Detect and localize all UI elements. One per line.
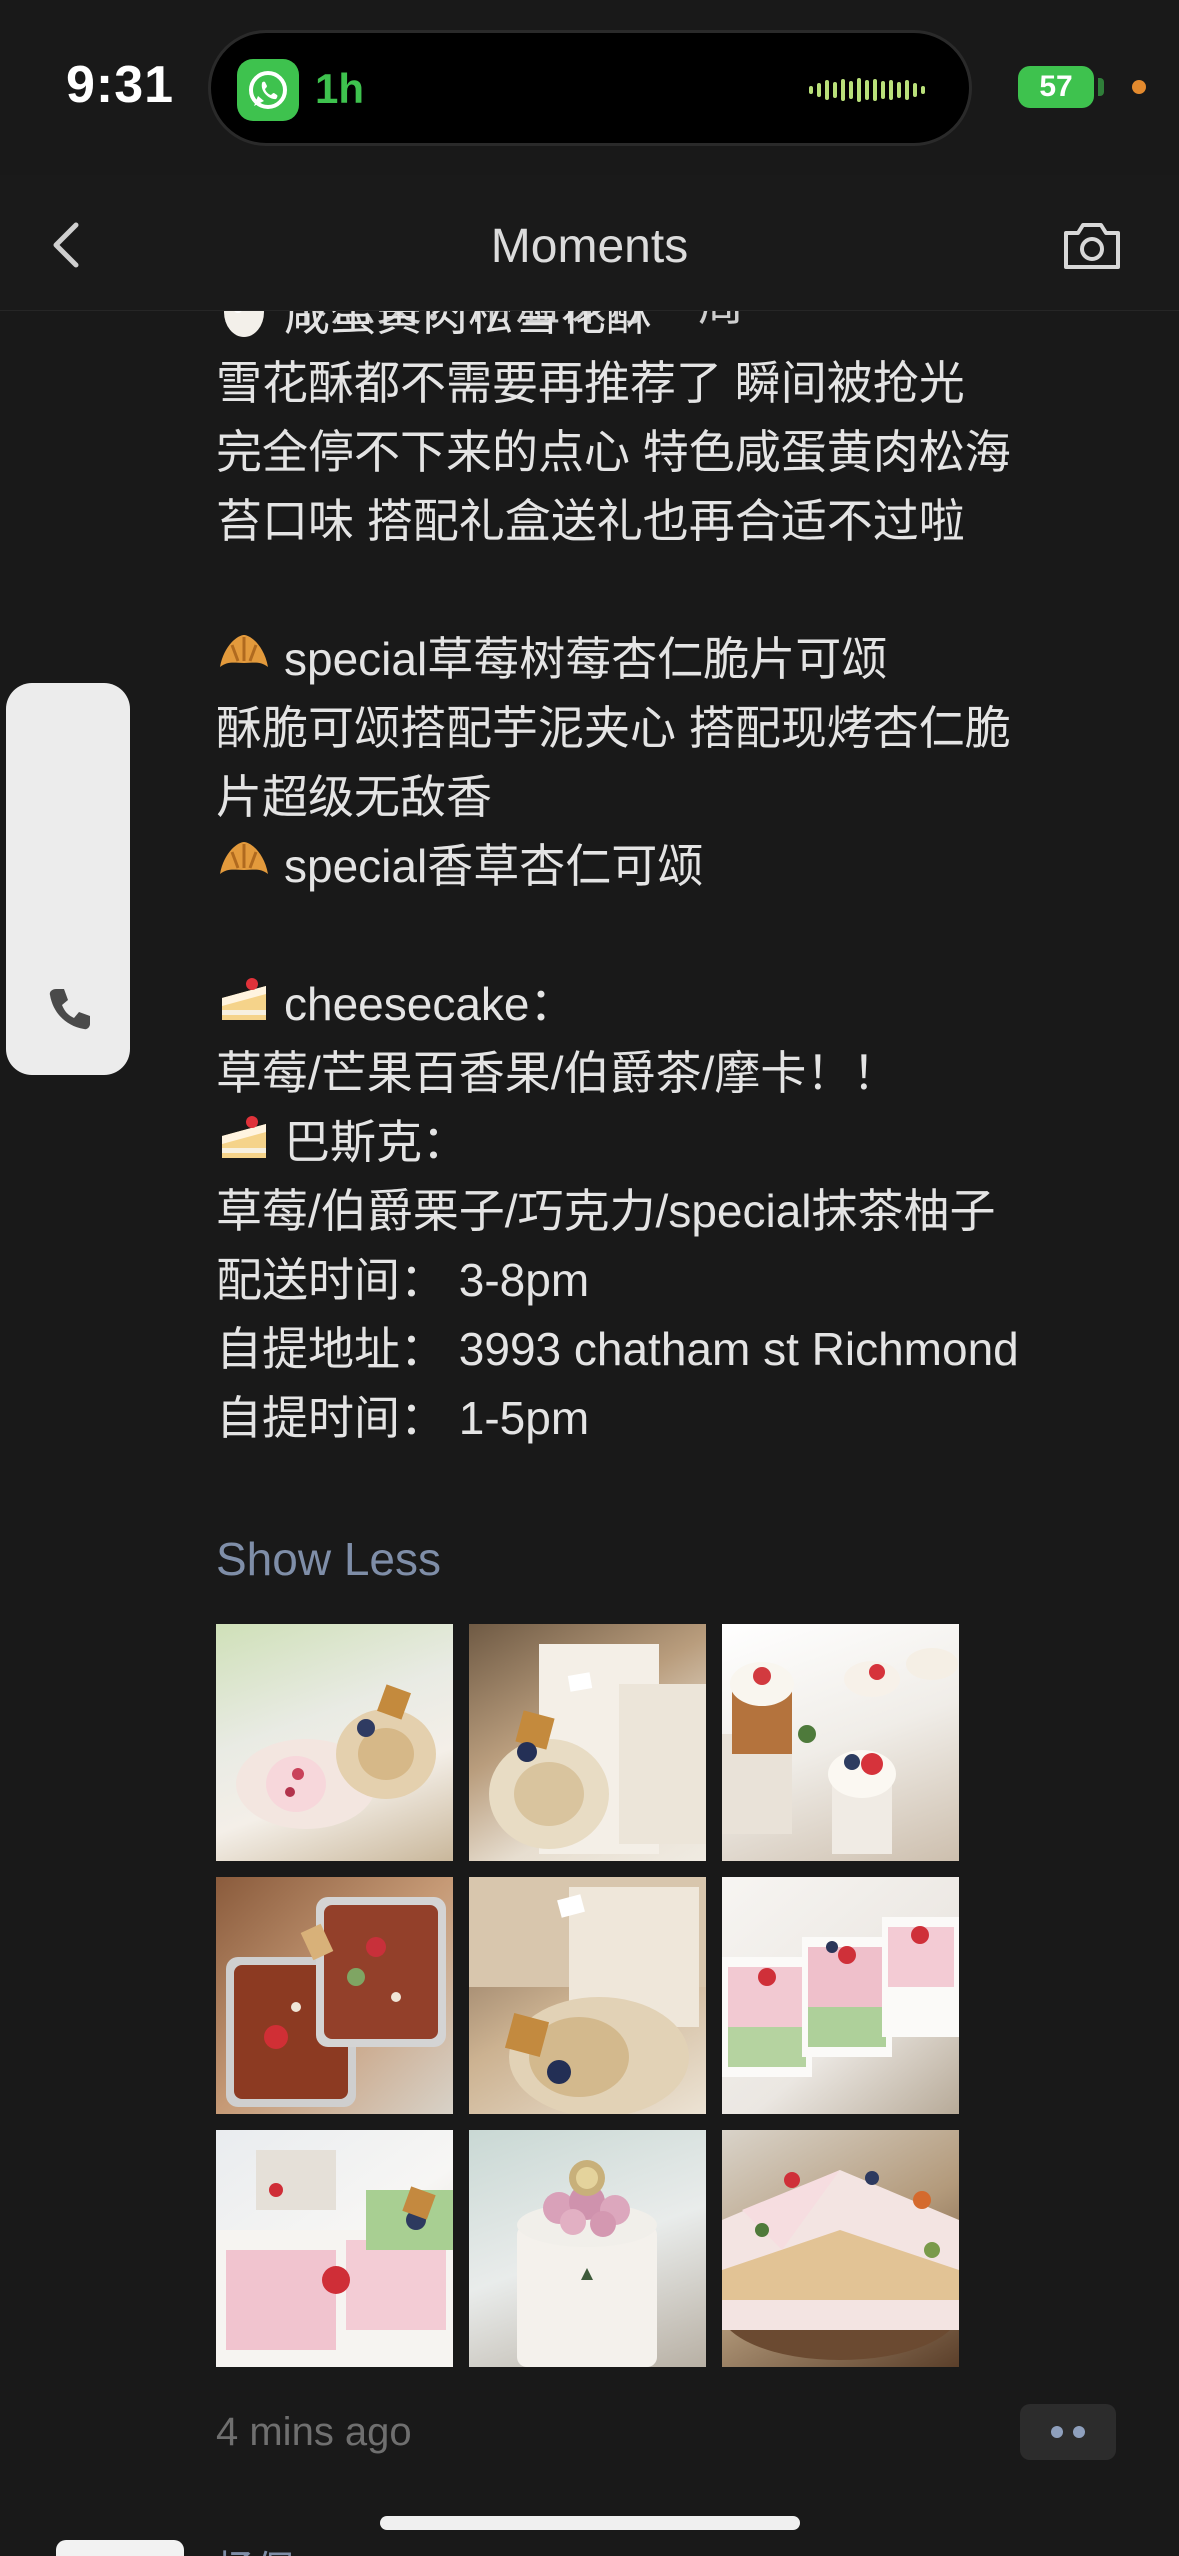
post-text-line: 草莓/芒果百香果/伯爵茶/摩卡！！: [216, 1039, 1136, 1108]
post-text-blank-line: [216, 901, 1136, 970]
more-actions-button[interactable]: [1020, 2404, 1116, 2460]
post-timestamp: 4 mins ago: [216, 2410, 412, 2454]
post-text-content: 巴斯克：: [284, 1116, 468, 1168]
post-text-content: 酥脆可颂搭配芋泥夹心 搭配现烤杏仁脆: [216, 702, 1011, 754]
boxed-roll-photo[interactable]: [469, 1624, 706, 1861]
post-text-content: 自提时间： 1-5pm: [216, 1392, 590, 1444]
post-text-line: special草莓树莓杏仁脆片可颂: [216, 625, 1136, 694]
post-text-content: 配送时间： 3-8pm: [216, 1254, 590, 1306]
dynamic-island-call[interactable]: 1h: [208, 30, 972, 146]
post-text: 咸蛋黄肉松雪花酥 雪花酥都不需要再推荐了 瞬间被抢光 完全停不下来的点心 特色咸蛋黄…: [216, 280, 1136, 1453]
post-text-blank-line: [216, 556, 1136, 625]
post-text-content: 草莓/伯爵栗子/巧克力/special抹茶柚子: [216, 1185, 996, 1237]
sliced-cake-photo[interactable]: [722, 2130, 959, 2367]
post-text-content: 雪花酥都不需要再推荐了 瞬间被抢光: [216, 357, 965, 409]
battery-indicator: 57: [1018, 66, 1094, 108]
post-text-line: cheesecake：: [216, 970, 1136, 1039]
post-text-line: 巴斯克：: [216, 1108, 1136, 1177]
post-text-content: special草莓树莓杏仁脆片可颂: [284, 633, 888, 685]
post-text-line: 完全停不下来的点心 特色咸蛋黄肉松海: [216, 418, 1136, 487]
floating-call-widget[interactable]: [6, 683, 130, 1075]
dot-icon: [1073, 2426, 1085, 2438]
mousse-boxes-closeup-photo[interactable]: [216, 2130, 453, 2367]
post-text-content: special香草杏仁可颂: [284, 840, 704, 892]
post-text-line: special香草杏仁可颂: [216, 832, 1136, 901]
dot-icon: [1051, 2426, 1063, 2438]
boxed-roll-closeup-photo[interactable]: [469, 1877, 706, 2114]
post-text-line: 草莓/伯爵栗子/巧克力/special抹茶柚子: [216, 1177, 1136, 1246]
post-text-line: 自提地址： 3993 chatham st Richmond: [216, 1315, 1136, 1384]
tartlets-photo[interactable]: [722, 1624, 959, 1861]
status-bar: 9:31 1h 57: [0, 0, 1179, 175]
next-post-avatar[interactable]: [56, 2540, 184, 2556]
whatsapp-icon: [237, 59, 299, 121]
cake-icon: [216, 1110, 272, 1166]
post-text-line: 自提时间： 1-5pm: [216, 1384, 1136, 1453]
nav-bar: Moments: [0, 175, 1179, 311]
show-less-link[interactable]: Show Less: [216, 1532, 441, 1586]
cake-icon: [216, 972, 272, 1028]
tiramisu-trays-photo[interactable]: [216, 1877, 453, 2114]
post-text-content: cheesecake：: [284, 978, 576, 1030]
post-text-content: 苔口味 搭配礼盒送礼也再合适不过啦: [216, 495, 965, 547]
croissant-icon: [216, 834, 272, 890]
post-text-line: 片超级无敌香: [216, 763, 1136, 832]
next-post-author[interactable]: 杨佩: [216, 2538, 296, 2556]
mic-in-use-dot: [1132, 80, 1146, 94]
post-text-content: 自提地址： 3993 chatham st Richmond: [216, 1323, 1019, 1375]
status-time: 9:31: [66, 56, 175, 114]
mousse-boxes-photo[interactable]: [722, 1877, 959, 2114]
post-text-line: 配送时间： 3-8pm: [216, 1246, 1136, 1315]
camera-icon[interactable]: [1060, 217, 1124, 273]
page-title: Moments: [490, 220, 689, 273]
cake-roll-photo[interactable]: [216, 1624, 453, 1861]
call-duration: 1h: [315, 65, 365, 112]
post-text-line: 苔口味 搭配礼盒送礼也再合适不过啦: [216, 487, 1136, 556]
audio-waveform-icon: [809, 78, 925, 102]
post-text-line: 雪花酥都不需要再推荐了 瞬间被抢光: [216, 349, 1136, 418]
post-text-content: 完全停不下来的点心 特色咸蛋黄肉松海: [216, 426, 1011, 478]
post-text-content: 片超级无敌香: [216, 771, 492, 823]
post-text-content: 草莓/芒果百香果/伯爵茶/摩卡！！: [216, 1047, 899, 1099]
moments-screen: 9:31 1h 57 Moments 卡点类：常温保存一周 咸蛋黄肉松雪花酥 雪…: [0, 0, 1179, 2556]
home-indicator[interactable]: [380, 2516, 800, 2530]
post-text-line: 酥脆可颂搭配芋泥夹心 搭配现烤杏仁脆: [216, 694, 1136, 763]
phone-icon: [49, 989, 90, 1030]
battery-tip: [1098, 78, 1104, 96]
pink-cake-photo[interactable]: [469, 2130, 706, 2367]
croissant-icon: [216, 627, 272, 683]
